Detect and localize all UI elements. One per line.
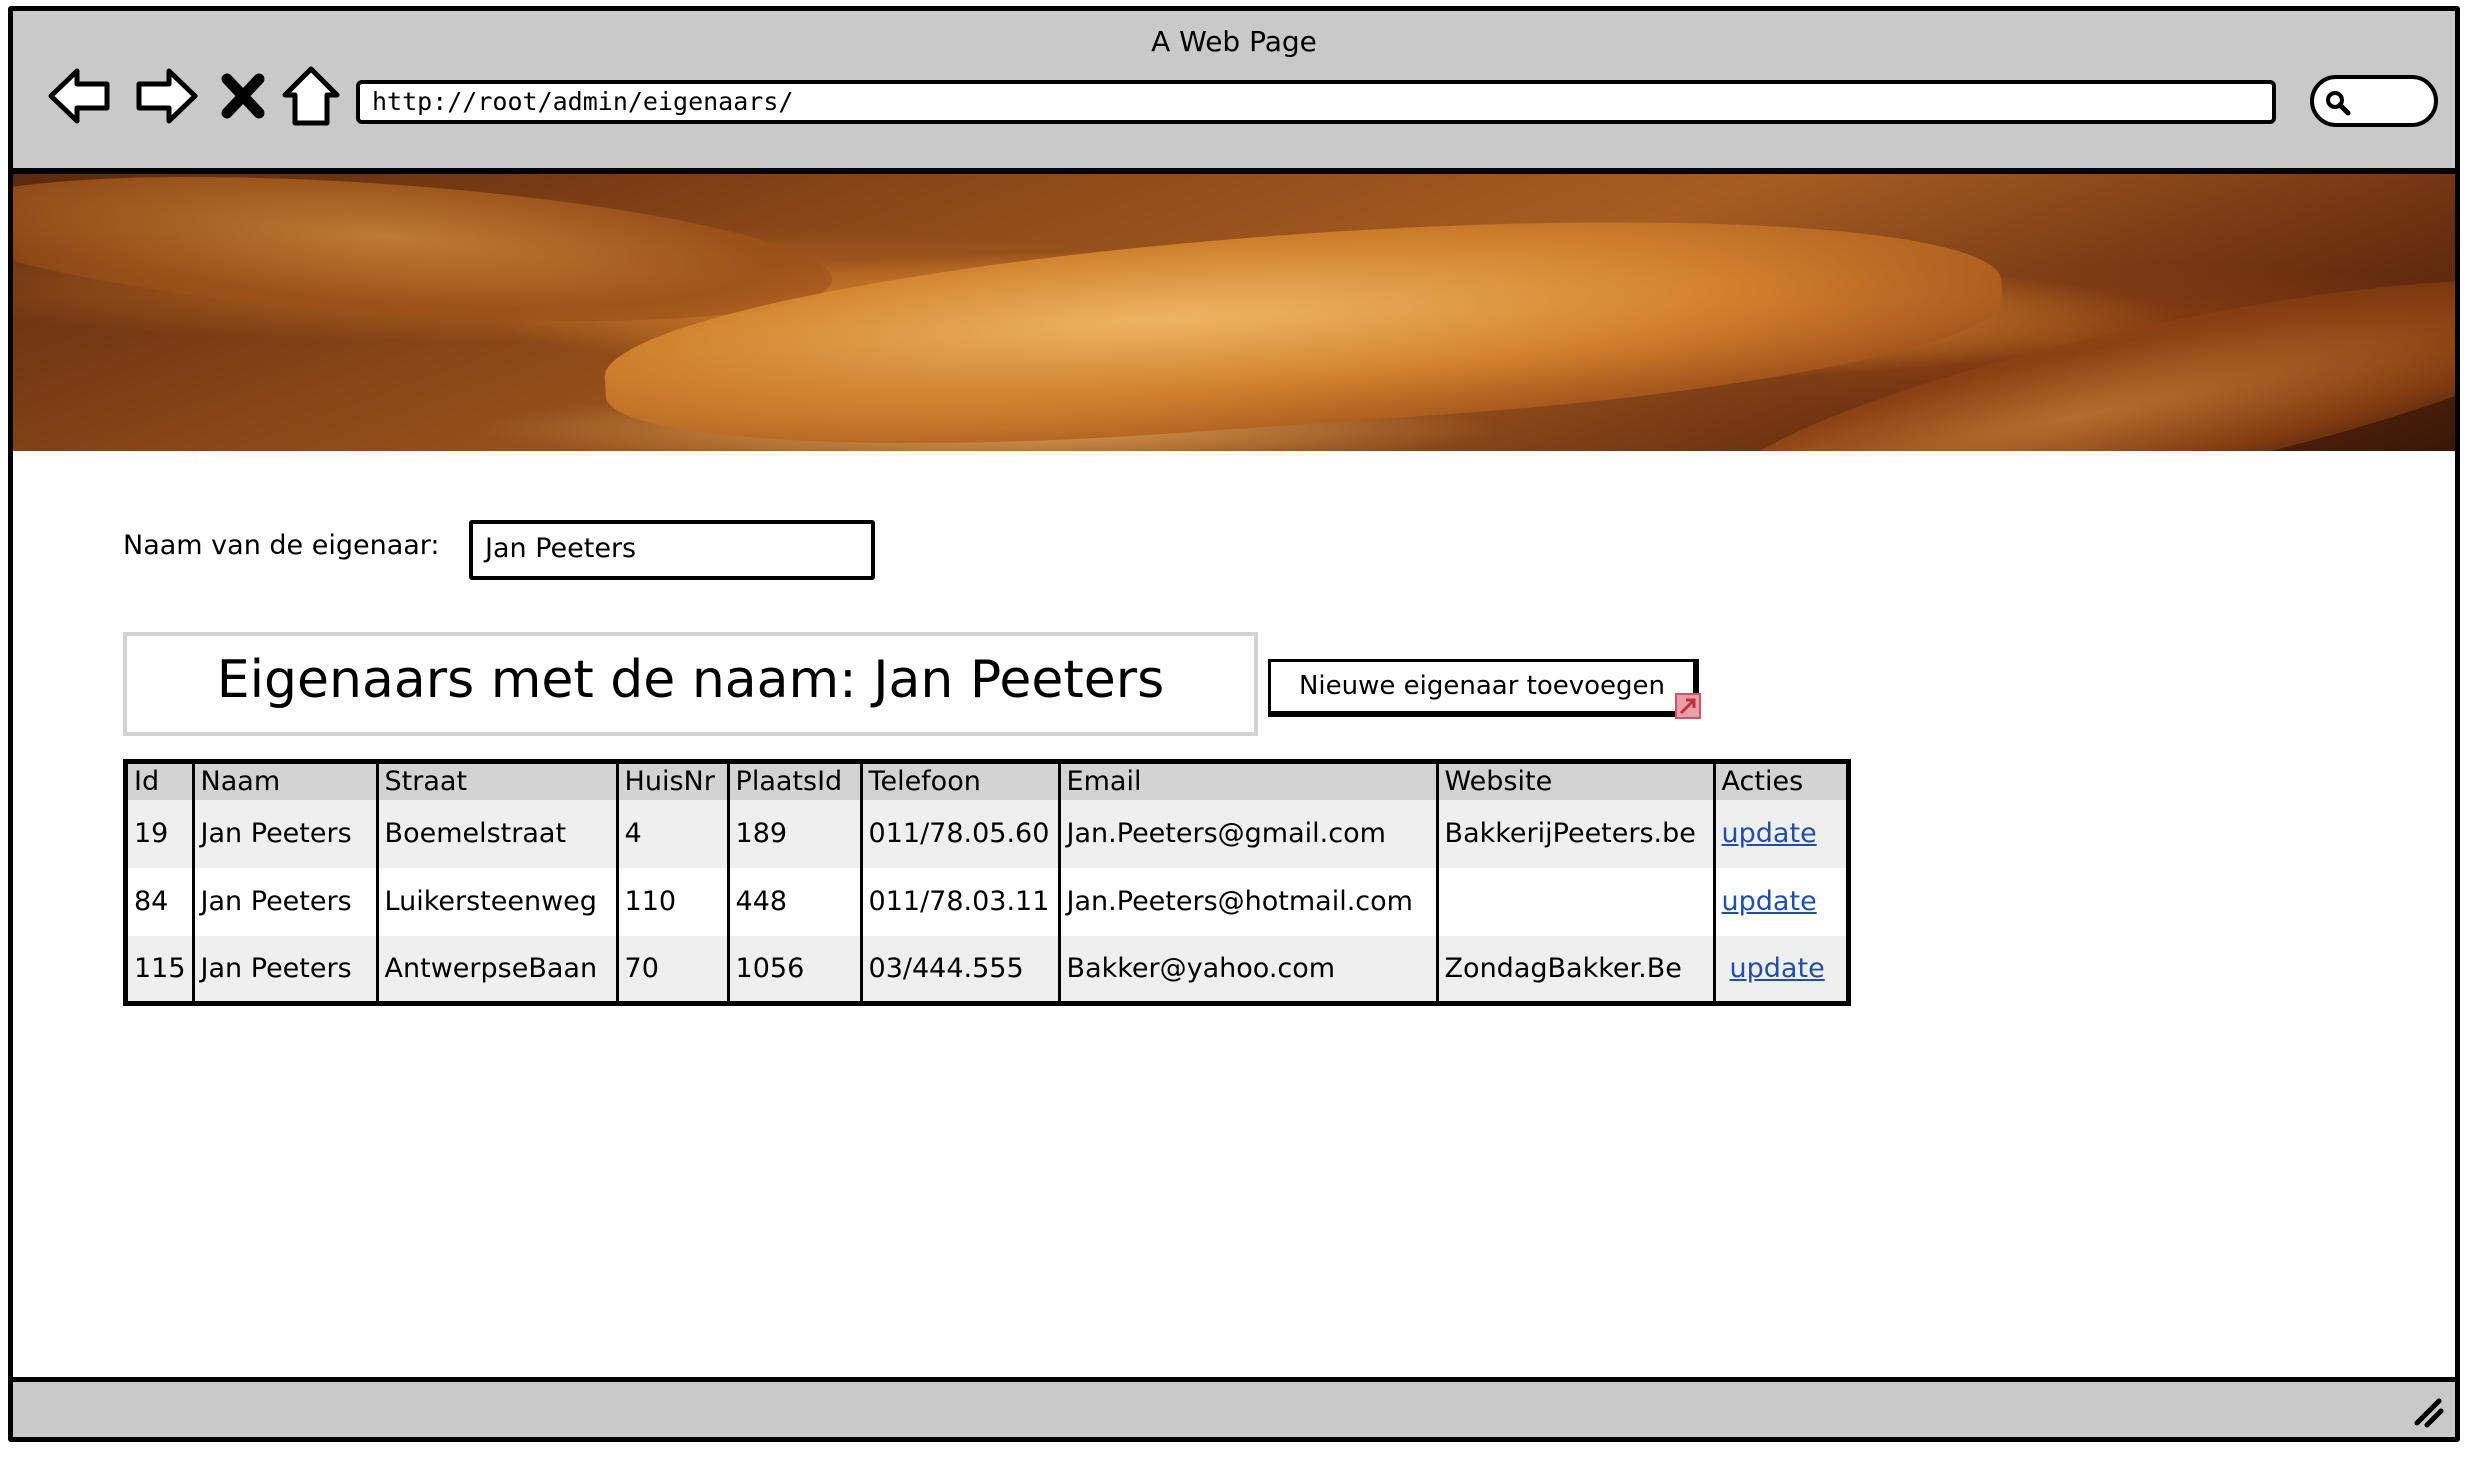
results-heading: Eigenaars met de naam: Jan Peeters — [216, 650, 1165, 710]
cell-telefoon: 03/444.555 — [859, 935, 1061, 1004]
update-link[interactable]: update — [1722, 953, 1825, 984]
forward-icon[interactable] — [131, 61, 201, 131]
browser-window: A Web Page http://root/admin/eigenaars/ … — [8, 6, 2460, 1442]
cell-website: BakkerijPeeters.be — [1435, 799, 1716, 868]
new-owner-button[interactable]: Nieuwe eigenaar toevoegen — [1268, 659, 1701, 719]
column-header: HuisNr — [615, 761, 730, 800]
cell-id: 19 — [124, 799, 195, 868]
cell-id: 115 — [124, 935, 195, 1004]
search-field[interactable] — [2310, 75, 2438, 127]
status-bar — [13, 1377, 2455, 1437]
column-header: Telefoon — [859, 761, 1061, 800]
home-icon[interactable] — [279, 61, 343, 131]
column-header: Email — [1057, 761, 1439, 800]
cell-huisnr: 110 — [615, 867, 730, 936]
cell-plaatsid: 448 — [726, 867, 863, 936]
naam-input[interactable]: Jan Peeters — [469, 520, 875, 580]
resize-grip-icon[interactable] — [2409, 1393, 2445, 1429]
owners-table: Id Naam Straat HuisNr PlaatsId Telefoon … — [123, 759, 1851, 1006]
new-owner-button-label: Nieuwe eigenaar toevoegen — [1298, 671, 1666, 701]
table-row: 19 Jan Peeters Boemelstraat 4 189 011/78… — [124, 799, 1850, 868]
cell-straat: AntwerpseBaan — [375, 935, 619, 1004]
cell-straat: Boemelstraat — [375, 799, 619, 868]
column-header: Straat — [375, 761, 619, 800]
cell-naam: Jan Peeters — [191, 799, 379, 868]
cell-telefoon: 011/78.03.11 — [859, 867, 1061, 936]
column-header: Naam — [191, 761, 379, 800]
cell-email: Jan.Peeters@hotmail.com — [1057, 867, 1439, 936]
search-icon — [2326, 91, 2351, 116]
cell-plaatsid: 1056 — [726, 935, 863, 1004]
column-header: Id — [124, 761, 195, 800]
results-heading-box: Eigenaars met de naam: Jan Peeters — [123, 632, 1258, 736]
cell-email: Bakker@yahoo.com — [1057, 935, 1439, 1004]
cell-id: 84 — [124, 867, 195, 936]
cell-acties: update — [1712, 935, 1850, 1004]
cell-plaatsid: 189 — [726, 799, 863, 868]
table-row: 115 Jan Peeters AntwerpseBaan 70 1056 03… — [124, 935, 1850, 1004]
cell-acties: update — [1712, 799, 1850, 868]
cell-straat: Luikersteenweg — [375, 867, 619, 936]
stop-icon[interactable] — [213, 61, 273, 131]
cell-telefoon: 011/78.05.60 — [859, 799, 1061, 868]
update-link[interactable]: update — [1722, 818, 1817, 849]
browser-chrome: A Web Page http://root/admin/eigenaars/ — [13, 11, 2455, 174]
cell-naam: Jan Peeters — [191, 867, 379, 936]
cell-website: ZondagBakker.Be — [1435, 935, 1716, 1004]
back-icon[interactable] — [45, 61, 115, 131]
column-header: Website — [1435, 761, 1716, 800]
cell-acties: update — [1712, 867, 1850, 936]
column-header: Acties — [1712, 761, 1850, 800]
naam-label: Naam van de eigenaar: — [123, 530, 440, 561]
table-header-row: Id Naam Straat HuisNr PlaatsId Telefoon … — [124, 761, 1850, 800]
link-arrow-icon — [1675, 693, 1701, 719]
cell-huisnr: 4 — [615, 799, 730, 868]
cell-naam: Jan Peeters — [191, 935, 379, 1004]
window-title: A Web Page — [1151, 25, 1317, 58]
table-row: 84 Jan Peeters Luikersteenweg 110 448 01… — [124, 867, 1850, 936]
column-header: PlaatsId — [726, 761, 863, 800]
url-bar[interactable]: http://root/admin/eigenaars/ — [356, 80, 2276, 124]
cell-huisnr: 70 — [615, 935, 730, 1004]
cell-email: Jan.Peeters@gmail.com — [1057, 799, 1439, 868]
bread-banner-image — [13, 174, 2455, 451]
update-link[interactable]: update — [1722, 886, 1817, 917]
cell-website — [1435, 867, 1716, 936]
